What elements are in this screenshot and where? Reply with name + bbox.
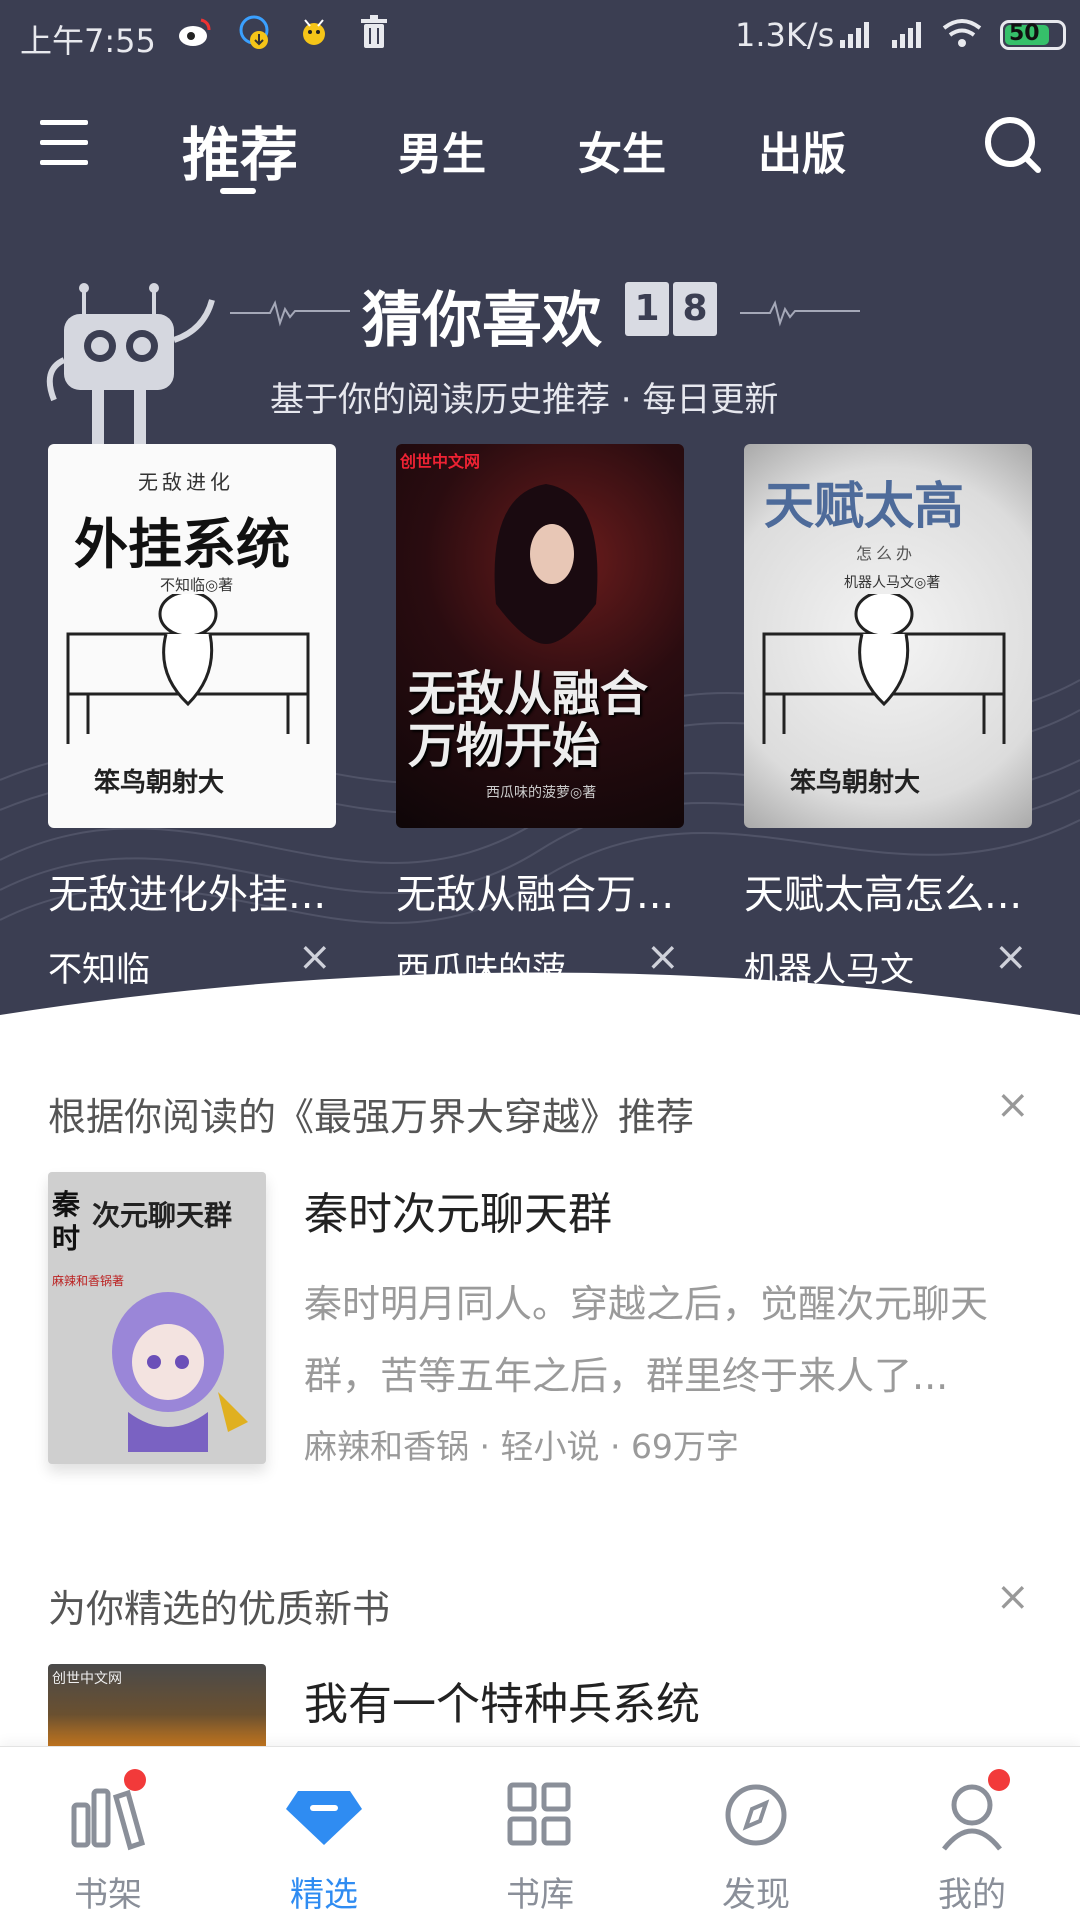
cover-publisher: 笨鸟朝射大 — [94, 768, 225, 798]
person-icon — [942, 1784, 1002, 1851]
new-books-heading: 为你精选的优质新书 — [48, 1587, 391, 1631]
book-title[interactable]: 天赋太高怎么... — [744, 862, 1034, 920]
guess-title: 猜你喜欢 — [362, 286, 602, 356]
book-cover[interactable]: 无敌进化 外挂系统 不知临◎著 笨鸟朝射大 — [48, 444, 336, 828]
dismiss-button[interactable]: × — [646, 934, 680, 980]
cover-author: 不知临◎著 — [160, 576, 234, 594]
cover-illustration — [494, 484, 598, 644]
cover-author: 西瓜味的菠萝◎著 — [486, 785, 597, 801]
download-icon — [239, 15, 269, 49]
tab-male[interactable]: 男生 — [398, 118, 486, 182]
cover-title-a: 秦时 — [52, 1188, 81, 1255]
tab-featured[interactable]: 精选 — [216, 1747, 432, 1920]
bee-icon — [303, 19, 325, 45]
cover-title-line2: 万物开始 — [408, 718, 601, 774]
book-card[interactable]: 无敌进化 外挂系统 不知临◎著 笨鸟朝射大 无敌进化外挂... 不知临 × — [48, 444, 336, 990]
dismiss-button[interactable]: × — [994, 934, 1028, 980]
tab-bookshelf[interactable]: 书架 — [0, 1747, 216, 1920]
guess-subtitle: 基于你的阅读历史推荐 · 每日更新 — [270, 380, 779, 420]
waveform-right — [740, 300, 860, 327]
book-cover[interactable]: 创世中文网 无敌从融合 万物开始 西瓜味的菠萝◎著 — [396, 444, 684, 828]
menu-icon[interactable] — [40, 120, 92, 168]
tab-label: 精选 — [290, 1875, 358, 1915]
recommend-heading: 根据你阅读的《最强万界大穿越》推荐 — [48, 1095, 695, 1139]
wifi-icon — [942, 19, 982, 47]
diamond-icon — [286, 1791, 362, 1845]
notification-icons — [175, 12, 393, 52]
notification-badge — [988, 1769, 1010, 1791]
robot-icon — [46, 283, 215, 446]
header-section: 上午7:55 1.3K/s 50 推荐 男生 女生 出版 猜你喜欢 1 8 基于… — [0, 0, 1080, 1040]
book-author: 西瓜味的菠... — [396, 950, 599, 990]
signal-icon — [892, 22, 921, 48]
book-author: 机器人马文 — [744, 950, 914, 990]
book-cover[interactable]: 创世中文网 — [48, 1664, 266, 1748]
book-description: 秦时明月同人。穿越之后，觉醒次元聊天群，苦等五年之后，群里终于来人了... — [304, 1282, 989, 1398]
guess-title-row: 猜你喜欢 1 8 — [230, 272, 880, 356]
tab-female[interactable]: 女生 — [578, 118, 666, 182]
top-nav: 推荐 男生 女生 出版 — [0, 100, 1080, 194]
cover-illustration — [66, 594, 310, 744]
dismiss-button[interactable]: × — [996, 1082, 1030, 1128]
book-card[interactable]: 天赋太高 怎么办 机器人马文◎著 笨鸟朝射大 天赋太高怎么... 机器人马文 × — [744, 444, 1032, 990]
tab-library[interactable]: 书库 — [432, 1747, 648, 1920]
tab-label: 发现 — [722, 1875, 790, 1915]
cover-illustration — [762, 594, 1006, 744]
network-speed: 1.3K/s — [735, 16, 835, 54]
signal-icon — [840, 22, 869, 48]
tab-discover[interactable]: 发现 — [648, 1747, 864, 1920]
cover-title: 天赋太高 — [764, 476, 964, 535]
cover-title-b: 次元聊天群 — [92, 1199, 233, 1232]
status-time: 上午7:55 — [20, 22, 156, 60]
cover-illustration — [112, 1292, 248, 1452]
book-author: 不知临 — [48, 950, 150, 990]
tab-publish[interactable]: 出版 — [758, 118, 846, 182]
grid-icon — [507, 1782, 571, 1846]
tab-label: 书架 — [74, 1875, 142, 1915]
book-title[interactable]: 无敌进化外挂... — [48, 862, 338, 920]
status-bar: 上午7:55 1.3K/s 50 — [0, 0, 1080, 72]
bottom-tab-bar: 书架 精选 书库 发现 我的 — [0, 1746, 1080, 1920]
waveform-left — [230, 300, 350, 327]
search-icon[interactable] — [982, 114, 1044, 176]
date-digit: 8 — [673, 282, 717, 336]
battery-icon: 50 — [1000, 20, 1066, 50]
book-cover[interactable]: 秦时 次元聊天群 麻辣和香锅著 — [48, 1172, 266, 1464]
dismiss-button[interactable]: × — [298, 934, 332, 980]
cover-logo: 创世中文网 — [400, 452, 481, 471]
cover-publisher: 笨鸟朝射大 — [790, 768, 921, 798]
signal-indicators — [838, 18, 982, 48]
cover-author: 机器人马文◎著 — [844, 575, 941, 591]
book-title[interactable]: 无敌从融合万... — [396, 862, 686, 920]
tab-label: 我的 — [938, 1875, 1006, 1915]
dismiss-button[interactable]: × — [996, 1574, 1030, 1620]
bookshelf-icon — [71, 1788, 146, 1851]
weibo-icon — [179, 18, 211, 46]
cover-tag: 无敌进化 — [138, 470, 234, 494]
book-meta: 麻辣和香锅 · 轻小说 · 69万字 — [304, 1427, 739, 1466]
book-title[interactable]: 我有一个特种兵系统 — [304, 1668, 700, 1732]
compass-icon — [725, 1784, 787, 1846]
recommended-book[interactable]: 秦时 次元聊天群 麻辣和香锅著 秦时次元聊天群 秦时明月同人。穿越之后，觉醒次元… — [48, 1172, 1048, 1472]
book-cover[interactable]: 天赋太高 怎么办 机器人马文◎著 笨鸟朝射大 — [744, 444, 1032, 828]
book-title[interactable]: 秦时次元聊天群 — [304, 1178, 612, 1242]
date-badge: 1 8 — [625, 282, 717, 336]
tab-label: 书库 — [506, 1875, 574, 1915]
trash-icon — [361, 15, 387, 48]
date-digit: 1 — [625, 282, 669, 336]
cover-subtitle: 怎么办 — [856, 544, 917, 563]
tab-recommend[interactable]: 推荐 — [182, 108, 298, 194]
cover-title: 外挂系统 — [74, 512, 290, 576]
notification-badge — [124, 1769, 146, 1791]
cover-logo: 创世中文网 — [52, 1671, 122, 1687]
tab-profile[interactable]: 我的 — [864, 1747, 1080, 1920]
book-card[interactable]: 创世中文网 无敌从融合 万物开始 西瓜味的菠萝◎著 无敌从融合万... 西瓜味的… — [396, 444, 684, 990]
battery-level: 50 — [1009, 21, 1040, 46]
